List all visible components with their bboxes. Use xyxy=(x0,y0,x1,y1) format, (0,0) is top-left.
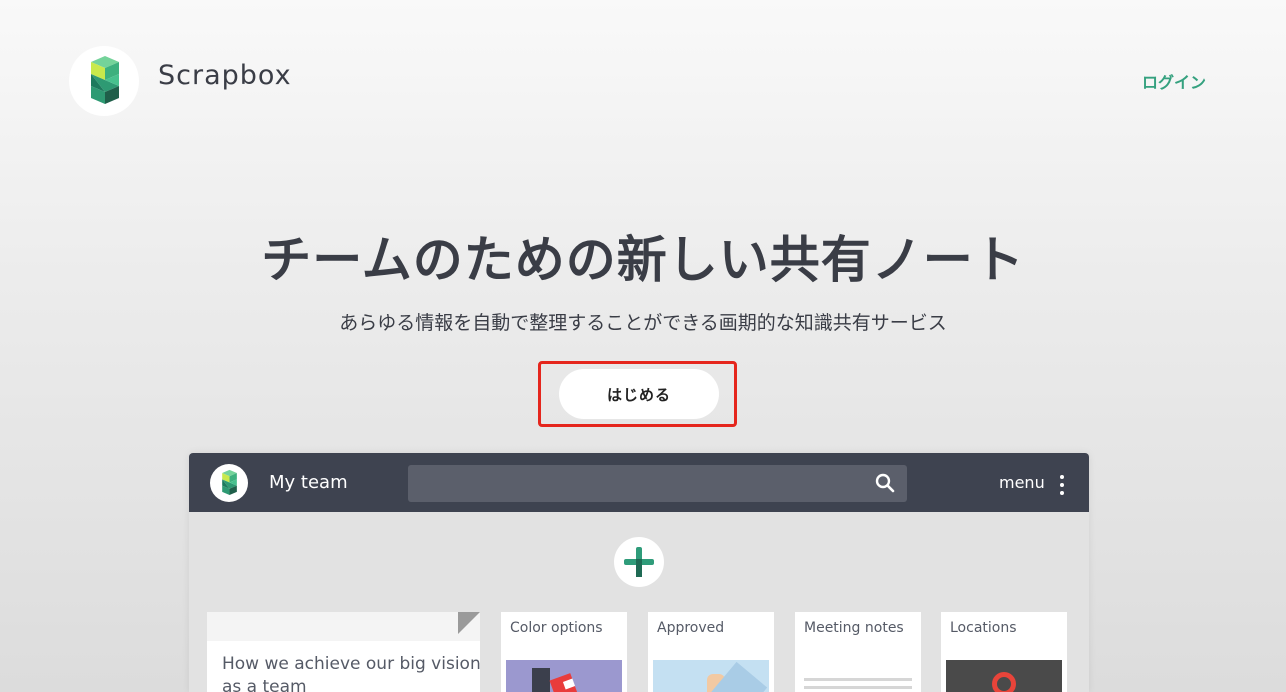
team-name[interactable]: My team xyxy=(269,472,348,493)
app-navbar: My team menu xyxy=(189,453,1089,512)
card-title: Locations xyxy=(950,620,1017,636)
card-title: Meeting notes xyxy=(804,620,904,636)
thumbs-up-image xyxy=(653,660,769,692)
app-preview: My team menu How we achieve our big visi… xyxy=(189,453,1089,692)
featured-page-card[interactable]: How we achieve our big vision as a team xyxy=(207,612,481,692)
menu-label[interactable]: menu xyxy=(999,473,1045,492)
page-fold-icon xyxy=(458,612,480,634)
page-card-locations[interactable]: Locations xyxy=(941,612,1067,692)
featured-page-text: How we achieve our big vision as a team xyxy=(222,654,481,692)
scrapbox-logo-icon[interactable] xyxy=(210,464,248,502)
vertical-dots-icon[interactable] xyxy=(1060,475,1064,499)
hero-title: チームのための新しい共有ノート xyxy=(261,231,1025,289)
start-button[interactable]: はじめる xyxy=(559,369,719,419)
login-link[interactable]: ログイン xyxy=(1142,69,1206,93)
page-card-meeting-notes[interactable]: Meeting notes xyxy=(795,612,921,692)
map-pin-icon xyxy=(992,672,1016,692)
color-swatch-image xyxy=(506,660,622,692)
scrapbox-logo-icon[interactable] xyxy=(69,46,139,116)
card-title: Color options xyxy=(510,620,603,636)
site-header: Scrapbox ログイン xyxy=(0,0,1286,160)
map-pin-image xyxy=(946,660,1062,692)
card-title: Approved xyxy=(657,620,725,636)
text-lines-image xyxy=(800,660,916,692)
hero-subtitle: あらゆる情報を自動で整理することができる画期的な知識共有サービス xyxy=(339,312,947,334)
plus-icon xyxy=(624,547,654,577)
search-input[interactable] xyxy=(408,465,907,502)
search-icon[interactable] xyxy=(875,473,895,497)
page-card-approved[interactable]: Approved xyxy=(648,612,774,692)
page-card-color-options[interactable]: Color options xyxy=(501,612,627,692)
brand-name[interactable]: Scrapbox xyxy=(158,60,292,91)
add-page-button[interactable] xyxy=(614,537,664,587)
